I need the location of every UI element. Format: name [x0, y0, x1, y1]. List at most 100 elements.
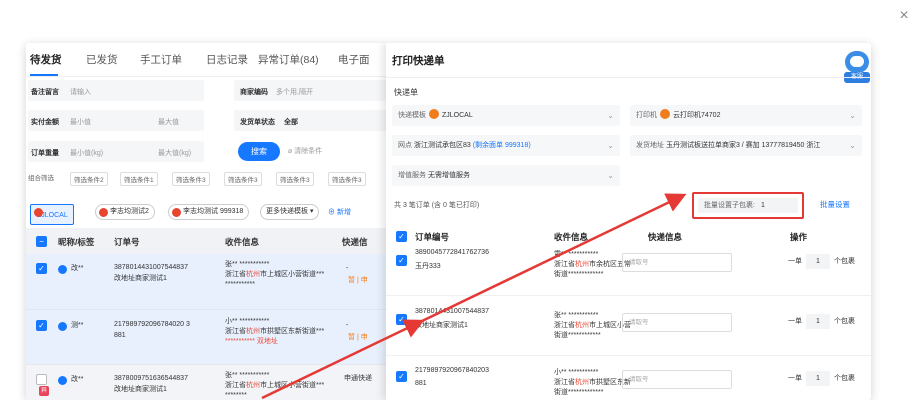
order-shop: 881	[415, 380, 427, 387]
package-count-stepper[interactable]: 一单 1 个包裹	[788, 371, 855, 386]
print-waybill-dialog: 打印快递单 客服 快递单 快递模板ZJLOCAL ⌄ 打印机云打印机74702 …	[386, 43, 871, 400]
value-added-service-select[interactable]: 增值服务 无需增值服务 ⌄	[392, 165, 620, 186]
courier-logo-icon	[429, 109, 439, 120]
row-checkbox[interactable]: ✓	[36, 263, 47, 274]
receiver-address-detail: ********	[225, 392, 247, 399]
order-shop: 改地址商家测试1	[114, 275, 167, 282]
courier-status[interactable]: 暂 | 申	[348, 333, 368, 343]
more-templates-dropdown[interactable]: 更多快递模板 ▾	[260, 204, 320, 220]
chevron-down-icon: ⌄	[849, 111, 856, 120]
tab-shipped[interactable]: 已发货	[86, 52, 118, 67]
remark-input[interactable]: 请输入	[70, 87, 91, 97]
order-summary: 共 3 笔订单 (含 0 笔已打印)	[394, 202, 480, 209]
combo-filter-label: 组合筛选	[28, 175, 54, 182]
row-checkbox[interactable]: ✓	[36, 320, 47, 331]
tab-pending[interactable]: 待发货	[30, 52, 62, 67]
tab-abnormal[interactable]: 异常订单(84)	[258, 52, 319, 67]
goods-code-input[interactable]: 多个用,隔开	[276, 87, 313, 97]
template-select[interactable]: 快递模板 ZJLOCAL ⌄	[392, 105, 620, 126]
select-all-checkbox[interactable]: ✓	[396, 231, 407, 242]
tracking-number-input[interactable]: 请取号	[622, 253, 732, 272]
order-table-header: − 昵称/标签 订单号 收件信息 快递信	[26, 228, 386, 254]
order-number: 3878014431007544837	[114, 264, 188, 271]
ship-status-label: 发货单状态	[240, 119, 275, 126]
tab-bar: 待发货 已发货 手工订单 日志记录 异常订单(84) 电子面	[26, 43, 386, 77]
receiver-address: 浙江省杭州市上城区小营街道***	[225, 271, 325, 278]
close-icon[interactable]: ×	[896, 8, 912, 24]
sender-address-select[interactable]: 发货地址 玉丹测试板送拉单商家3 / 赛加 13777819450 浙江 ⌄	[630, 135, 862, 156]
chevron-down-icon: ⌄	[847, 135, 856, 156]
column-header: 昵称/标签	[58, 237, 95, 247]
tab-logs[interactable]: 日志记录	[206, 52, 248, 67]
receiver-address: 浙江省杭州市上城区小营街道***	[225, 382, 325, 389]
pay-min-input[interactable]: 最小值	[70, 117, 91, 127]
table-row[interactable]: ✓ 改** 3878014431007544837 改地址商家测试1 张** *…	[26, 254, 386, 309]
weight-min-input[interactable]: 最小值(kg)	[70, 148, 103, 158]
condition-chip[interactable]: 筛选条件2	[70, 172, 108, 186]
table-row[interactable]: 改** 3878009751636544837 改地址商家测试1 张** ***…	[26, 364, 386, 400]
add-template-link[interactable]: ⊕ 新增	[328, 207, 351, 217]
row-checkbox[interactable]: ✓	[396, 314, 407, 325]
batch-subpackage-input[interactable]: 批量设置子包裹: 1	[698, 198, 798, 213]
row-checkbox[interactable]	[36, 374, 47, 385]
tracking-number-input[interactable]: 请取号	[622, 370, 732, 389]
row-divider	[386, 295, 871, 296]
package-count-stepper[interactable]: 一单 1 个包裹	[788, 254, 855, 269]
receiver-address-detail: *********** 双地址	[225, 338, 278, 345]
condition-chip[interactable]: 筛选条件3	[328, 172, 366, 186]
order-shop: 改地址商家测试1	[114, 386, 167, 393]
weight-max-input[interactable]: 最大值(kg)	[158, 148, 191, 158]
column-header: 订单号	[114, 237, 140, 247]
order-shop: 改地址商家测试1	[415, 322, 468, 329]
condition-chip[interactable]: 筛选条件3	[172, 172, 210, 186]
printer-select[interactable]: 打印机 云打印机74702 ⌄	[630, 105, 862, 126]
table-row[interactable]: ✓ 测** 217989792096784020 3 881 小** *****…	[26, 309, 386, 364]
package-count-stepper[interactable]: 一单 1 个包裹	[788, 314, 855, 329]
row-checkbox[interactable]: ✓	[396, 371, 407, 382]
batch-set-button[interactable]: 批量设置	[820, 199, 850, 210]
receiver-address: 浙江省杭州市拱墅区东新街道***	[225, 328, 325, 335]
goods-code-label: 商家编码	[240, 89, 268, 96]
column-header: 订单编号	[415, 232, 450, 242]
clear-conditions-button[interactable]: ⌀ 清除条件	[288, 146, 322, 156]
template-chip[interactable]: 李志均测试2	[95, 204, 155, 220]
tracking-number-input[interactable]: 请取号	[622, 313, 732, 332]
receiver-name: 张** ***********	[225, 372, 270, 379]
template-chip[interactable]: 李志均测试 999318	[168, 204, 250, 220]
order-number: 3878014431007544837	[415, 308, 489, 315]
select-all-checkbox[interactable]: −	[36, 236, 47, 247]
condition-chip[interactable]: 筛选条件3	[276, 172, 314, 186]
robot-icon	[845, 51, 869, 73]
receiver-name: 小** ***********	[225, 318, 270, 325]
receiver-address: 浙江省杭州市拱墅区东新	[554, 379, 631, 386]
site-select[interactable]: 网点 浙江测试承包区83 (剩余面单 999318) ⌄	[392, 135, 620, 156]
pay-amount-label: 实付金额	[31, 119, 59, 126]
weight-label: 订单重量	[31, 150, 59, 157]
receiver-name: 张** ***********	[225, 261, 270, 268]
nickname: 测**	[71, 322, 84, 329]
template-chip-zjlocal[interactable]: ZJLOCAL	[30, 204, 74, 225]
receiver-name: 小** ***********	[554, 369, 599, 376]
ship-status-value[interactable]: 全部	[284, 117, 298, 127]
nickname: 改**	[71, 376, 84, 383]
row-checkbox[interactable]: ✓	[396, 255, 407, 266]
receiver-name: 霄** ***********	[554, 251, 599, 258]
condition-chip[interactable]: 筛选条件3	[224, 172, 262, 186]
search-button[interactable]: 搜索	[238, 142, 280, 161]
app-window: 待发货 已发货 手工订单 日志记录 异常订单(84) 电子面 备注留言 请输入 …	[26, 43, 871, 400]
customer-service-button[interactable]: 客服	[844, 51, 870, 83]
printer-icon	[660, 109, 670, 120]
receiver-address: 浙江省杭州市上城区小营	[554, 322, 631, 329]
tab-ewaybill[interactable]: 电子面	[338, 52, 370, 67]
condition-chip[interactable]: 筛选条件1	[120, 172, 158, 186]
courier-status[interactable]: 暂 | 申	[348, 276, 368, 286]
pay-max-input[interactable]: 最大值	[158, 117, 179, 127]
dialog-table-header: ✓ 订单编号 收件信息 快递信息 操作	[386, 227, 871, 247]
tab-manual[interactable]: 手工订单	[140, 52, 182, 67]
column-header: 快递信	[342, 237, 368, 247]
order-shop: 玉丹333	[415, 263, 441, 270]
row-divider	[386, 355, 871, 356]
receiver-address-detail: 街道*************	[554, 389, 604, 396]
order-list-panel: 待发货 已发货 手工订单 日志记录 异常订单(84) 电子面 备注留言 请输入 …	[26, 43, 386, 400]
column-header: 操作	[790, 232, 808, 242]
